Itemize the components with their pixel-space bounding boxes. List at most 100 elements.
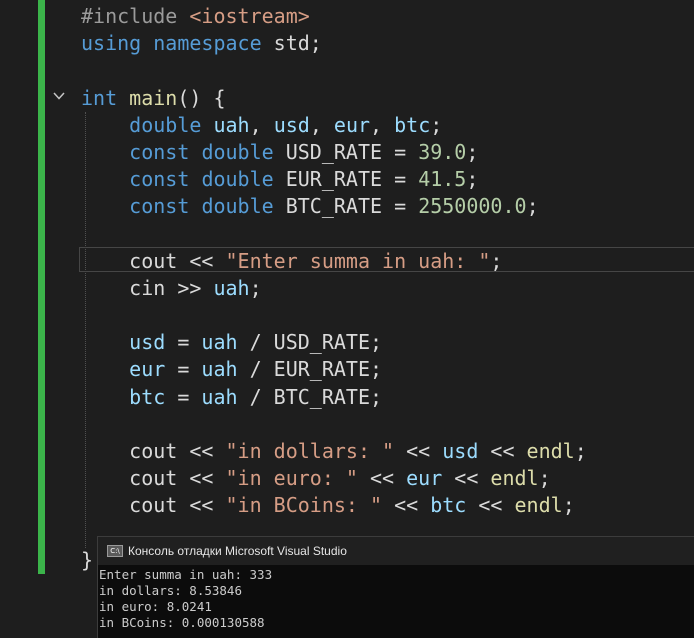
code-token: cout << [81,248,226,273]
code-token: double [201,167,274,192]
code-token: int [81,85,118,110]
code-token: } [81,547,94,572]
code-token: EUR_RATE = [273,167,419,192]
code-token: ; [466,139,479,164]
code-token: double [201,194,274,219]
code-line[interactable]: cout << "in dollars: " << usd << endl; [0,438,694,465]
console-output-line: Enter summa in uah: 333 [99,567,273,582]
code-line[interactable]: eur = uah / EUR_RATE; [0,356,694,383]
code-line[interactable] [0,221,694,248]
code-token: "Enter summa in uah: " [225,248,491,273]
code-token: cout << [81,493,226,518]
console-title: Консоль отладки Microsoft Visual Studio [128,544,347,558]
code-token: endl [526,439,575,463]
code-token: = [165,384,202,409]
code-line[interactable]: cout << "in BCoins: " << btc << endl; [0,492,694,519]
code-line[interactable]: const double USD_RATE = 39.0; [0,139,694,166]
code-token: , [370,112,395,137]
code-token: std; [261,31,322,56]
code-token: eur [406,466,443,491]
code-token: btc [394,112,431,137]
code-line-text: btc = uah / BTC_RATE; [81,384,382,411]
code-token: ; [249,275,262,300]
code-token: ; [490,248,503,273]
code-token: const [129,167,190,192]
code-token: cout << [81,466,226,491]
code-line-text: cout << "in euro: " << eur << endl; [81,465,550,492]
code-token: () { [177,85,226,110]
code-line[interactable]: usd = uah / USD_RATE; [0,329,694,356]
code-token: main [129,85,178,110]
code-token: const [129,139,190,164]
code-token: / BTC_RATE; [237,384,383,409]
code-token: << [466,493,515,518]
code-line[interactable]: int main() { [0,85,694,112]
code-line-text: const double EUR_RATE = 41.5; [81,166,478,193]
code-line[interactable]: using namespace std; [0,30,694,57]
code-lines[interactable]: #include <iostream> using namespace std; i… [0,3,694,574]
code-line[interactable]: #include <iostream> [0,3,694,30]
code-line-text: const double USD_RATE = 39.0; [81,139,478,166]
console-output-line: in BCoins: 0.000130588 [99,615,265,630]
code-line-text: double uah, usd, eur, btc; [81,112,442,139]
console-output-line: in euro: 8.0241 [99,599,212,614]
code-line[interactable]: btc = uah / BTC_RATE; [0,384,694,411]
code-line[interactable]: cout << "Enter summa in uah: "; [0,248,694,275]
code-line[interactable]: cout << "in euro: " << eur << endl; [0,465,694,492]
code-token: eur [129,357,166,382]
code-token: BTC_RATE = [273,194,419,219]
code-token: / USD_RATE; [237,330,383,355]
code-token: double [129,112,202,137]
code-token: << [394,439,443,463]
code-line[interactable]: double uah, usd, eur, btc; [0,112,694,139]
code-token: ; [466,167,479,192]
code-token: "in BCoins: " [225,493,383,518]
code-token: namespace [153,31,262,56]
code-token: usd [273,112,310,137]
code-token: uah [201,384,238,409]
code-token: uah [213,112,250,137]
code-line-text: eur = uah / EUR_RATE; [81,356,382,383]
code-line[interactable]: const double BTC_RATE = 2550000.0; [0,193,694,220]
code-token: uah [201,330,238,355]
code-token: << [357,466,407,491]
code-token: << [442,466,491,491]
code-token: = [165,357,202,382]
code-token: USD_RATE = [273,139,419,164]
code-line-text: cout << "in BCoins: " << btc << endl; [81,492,575,519]
code-token: usd [129,330,166,355]
code-token: btc [430,493,467,518]
code-line-text: #include <iostream> [81,3,310,30]
code-token: "in dollars: " [225,439,395,463]
code-line-text: cout << "in dollars: " << usd << endl; [81,438,587,465]
code-token: / EUR_RATE; [237,357,383,382]
code-token: eur [333,112,371,137]
console-app-icon: C:\ [107,545,123,557]
debug-console-window[interactable]: C:\ Консоль отладки Microsoft Visual Stu… [97,536,694,638]
code-line[interactable] [0,57,694,84]
code-token: usd [442,439,479,463]
code-token: 41.5 [418,167,467,192]
code-line-text: int main() { [81,85,226,112]
code-line[interactable]: const double EUR_RATE = 41.5; [0,166,694,193]
code-line[interactable]: cin >> uah; [0,275,694,302]
code-token: << [382,493,431,518]
console-titlebar[interactable]: C:\ Консоль отладки Microsoft Visual Stu… [98,537,694,565]
console-output[interactable]: Enter summa in uah: 333 in dollars: 8.538… [99,567,689,631]
code-token: cout << [81,439,226,463]
code-token: cin >> [81,275,214,300]
code-line[interactable] [0,411,694,438]
code-line-text: } [81,547,93,574]
code-line[interactable] [0,302,694,329]
code-token: double [201,139,274,164]
